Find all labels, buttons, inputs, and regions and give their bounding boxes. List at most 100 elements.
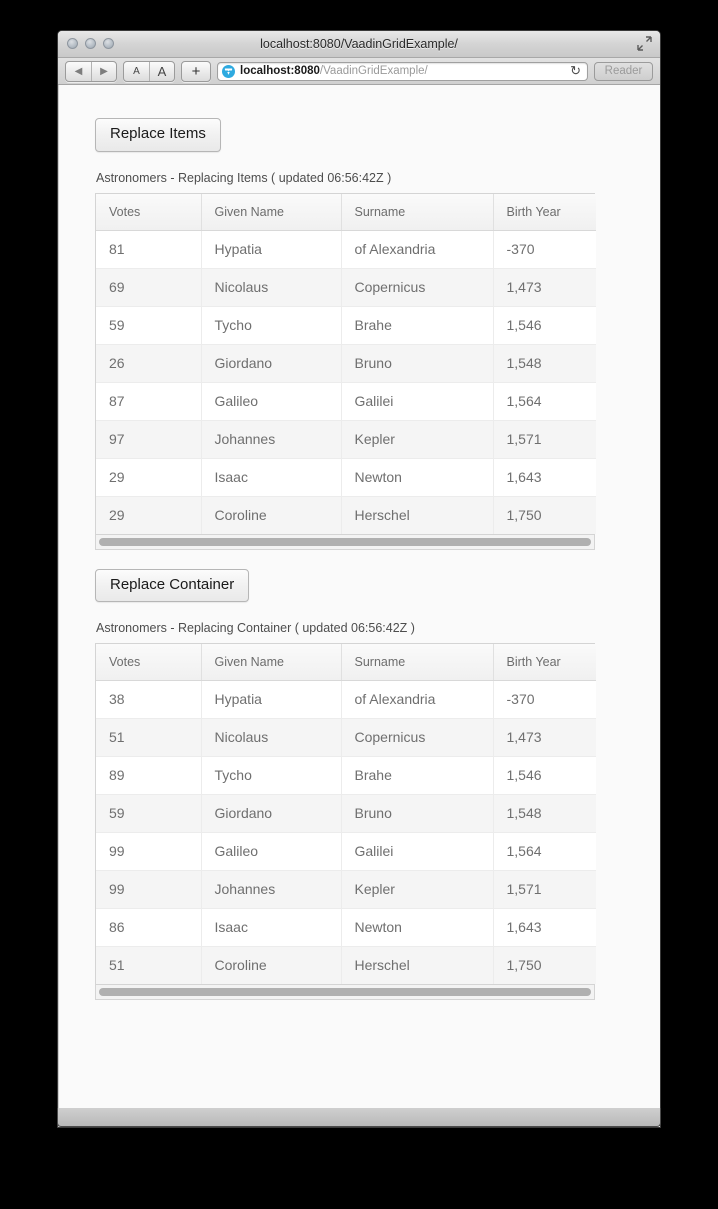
cell-birth-year: 1,643 [493,458,596,497]
cell-votes: 81 [96,230,202,269]
cell-given-name: Isaac [201,458,342,497]
column-header-given-name[interactable]: Given Name [201,644,342,681]
text-larger-button[interactable]: A [149,61,174,81]
cell-votes: 29 [96,458,202,497]
text-size-buttons[interactable]: A A [123,60,175,82]
cell-birth-year: 1,571 [493,420,596,459]
cell-given-name: Giordano [201,794,342,833]
scrollbar-thumb[interactable] [99,988,591,996]
add-tab-button[interactable]: + [182,62,210,81]
cell-birth-year: 1,750 [493,946,596,984]
cell-given-name: Coroline [201,946,342,984]
back-arrow-icon[interactable]: ◀ [66,62,91,81]
table-row[interactable]: 51 Nicolaus Copernicus 1,473 [96,718,596,757]
scrollbar-thumb[interactable] [99,537,591,546]
table-row[interactable]: 97 Johannes Kepler 1,571 [96,420,596,459]
table-row[interactable]: 29 Coroline Herschel 1,750 [96,496,596,534]
cell-given-name: Giordano [201,344,342,383]
cell-birth-year: 1,546 [493,756,596,795]
astronomers-items-grid: Votes Given Name Surname Birth Year 81 H… [95,192,596,535]
cell-surname: Copernicus [341,268,494,307]
reload-icon[interactable]: ↻ [570,63,583,79]
cell-surname: of Alexandria [341,680,494,719]
column-header-surname[interactable]: Surname [341,193,494,231]
column-header-surname[interactable]: Surname [341,644,494,681]
table-row[interactable]: 38 Hypatia of Alexandria -370 [96,680,596,719]
window-title: localhost:8080/VaadinGridExample/ [260,37,458,51]
table-row[interactable]: 51 Coroline Herschel 1,750 [96,946,596,984]
cell-surname: Kepler [341,420,494,459]
cell-votes: 26 [96,344,202,383]
address-bar-text: localhost:8080/VaadinGridExample/ [240,65,428,77]
cell-surname: Newton [341,458,494,497]
cell-given-name: Hypatia [201,680,342,719]
cell-votes: 69 [96,268,202,307]
cell-given-name: Johannes [201,870,342,909]
table-row[interactable]: 26 Giordano Bruno 1,548 [96,344,596,383]
window-controls[interactable] [67,38,114,49]
cell-votes: 86 [96,908,202,947]
grid-horizontal-scrollbar[interactable] [95,985,595,1000]
cell-given-name: Nicolaus [201,268,342,307]
cell-votes: 89 [96,756,202,795]
column-header-birth-year[interactable]: Birth Year [493,644,596,681]
cell-birth-year: 1,546 [493,306,596,345]
column-header-birth-year[interactable]: Birth Year [493,193,596,231]
astronomers-container-grid: Votes Given Name Surname Birth Year 38 H… [95,643,596,985]
cell-birth-year: 1,548 [493,794,596,833]
address-bar[interactable]: localhost:8080/VaadinGridExample/ ↻ [217,61,588,81]
cell-birth-year: 1,473 [493,718,596,757]
url-host: localhost:8080 [240,65,320,77]
cell-surname: of Alexandria [341,230,494,269]
window-bottom-bar [57,1108,661,1127]
cell-given-name: Nicolaus [201,718,342,757]
url-path: /VaadinGridExample/ [319,65,428,77]
cell-surname: Kepler [341,870,494,909]
column-header-votes[interactable]: Votes [96,193,202,231]
column-header-votes[interactable]: Votes [96,644,202,681]
table-row[interactable]: 87 Galileo Galilei 1,564 [96,382,596,421]
text-smaller-button[interactable]: A [124,62,149,81]
cell-given-name: Tycho [201,756,342,795]
table-row[interactable]: 59 Tycho Brahe 1,546 [96,306,596,345]
replace-items-button[interactable]: Replace Items [95,118,221,152]
cell-birth-year: 1,564 [493,382,596,421]
navigation-buttons[interactable]: ◀ ▶ [65,60,117,82]
table-row[interactable]: 81 Hypatia of Alexandria -370 [96,230,596,269]
table-row[interactable]: 99 Galileo Galilei 1,564 [96,832,596,871]
section-replace-items: Replace Items Astronomers - Replacing It… [95,118,660,550]
cell-birth-year: -370 [493,680,596,719]
cell-votes: 99 [96,832,202,871]
zoom-button[interactable] [103,38,114,49]
cell-surname: Brahe [341,756,494,795]
grid-body-container: 38 Hypatia of Alexandria -370 51 Nicolau… [96,680,596,984]
cell-given-name: Coroline [201,496,342,534]
cell-surname: Herschel [341,946,494,984]
cell-birth-year: 1,548 [493,344,596,383]
cell-birth-year: 1,750 [493,496,596,534]
grid-horizontal-scrollbar[interactable] [95,534,595,550]
browser-toolbar: ◀ ▶ A A + localhost:8080/VaadinGridExamp… [58,58,660,85]
reader-button[interactable]: Reader [594,61,653,81]
new-tab-group[interactable]: + [181,60,211,82]
cell-surname: Copernicus [341,718,494,757]
cell-surname: Galilei [341,382,494,421]
column-header-given-name[interactable]: Given Name [201,193,342,231]
table-row[interactable]: 86 Isaac Newton 1,643 [96,908,596,947]
replace-container-caption: Astronomers - Replacing Container ( upda… [96,621,415,635]
browser-window: localhost:8080/VaadinGridExample/ ◀ ▶ A … [57,30,661,1128]
grid-header-row: Votes Given Name Surname Birth Year [96,193,596,231]
replace-container-button[interactable]: Replace Container [95,568,250,602]
close-button[interactable] [67,38,78,49]
grid-header-row: Votes Given Name Surname Birth Year [96,644,596,681]
table-row[interactable]: 99 Johannes Kepler 1,571 [96,870,596,909]
table-row[interactable]: 89 Tycho Brahe 1,546 [96,756,596,795]
table-row[interactable]: 59 Giordano Bruno 1,548 [96,794,596,833]
cell-votes: 51 [96,946,202,984]
table-row[interactable]: 29 Isaac Newton 1,643 [96,458,596,497]
minimize-button[interactable] [85,38,96,49]
forward-arrow-icon[interactable]: ▶ [91,61,116,81]
replace-items-caption: Astronomers - Replacing Items ( updated … [96,170,392,185]
table-row[interactable]: 69 Nicolaus Copernicus 1,473 [96,268,596,307]
fullscreen-arrows-icon[interactable] [637,36,652,51]
